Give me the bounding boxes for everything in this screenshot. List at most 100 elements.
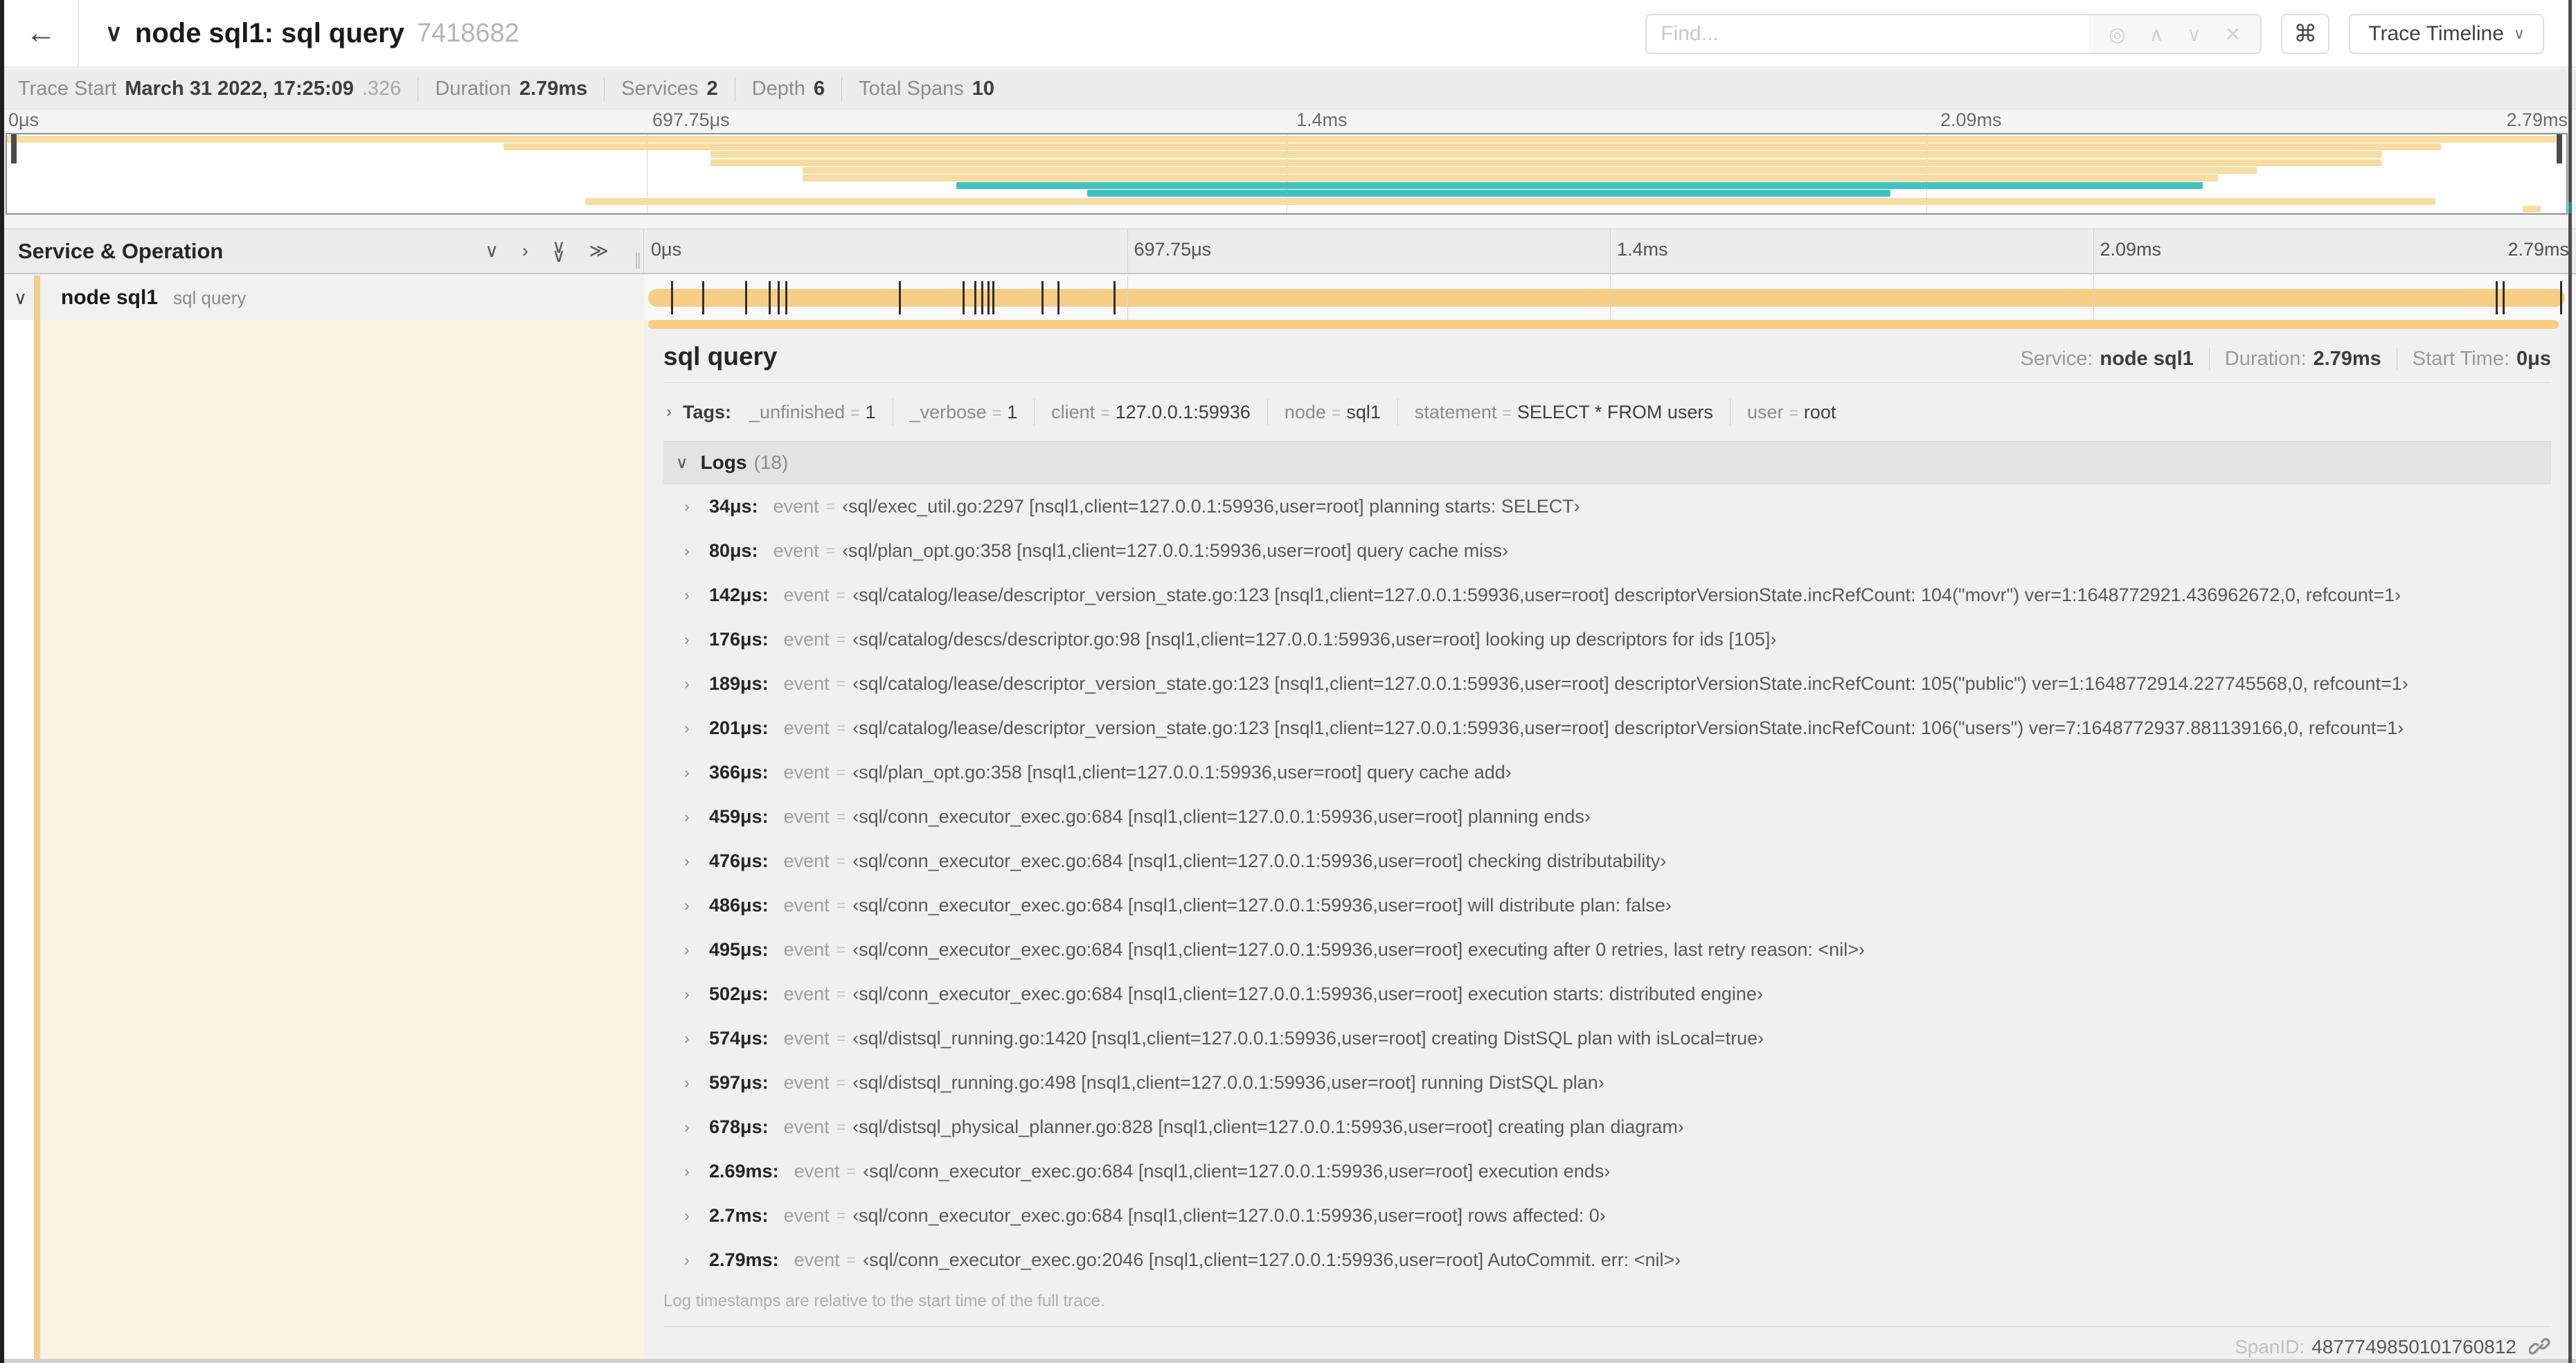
log-expander-icon[interactable]: › [684, 675, 709, 693]
log-entry-row[interactable]: › 189μs: event = ‹sql/catalog/lease/descript… [663, 661, 2551, 706]
log-entry-row[interactable]: › 476μs: event = ‹sql/conn_executor_exec.go:… [663, 839, 2551, 883]
keyboard-shortcuts-button[interactable]: ⌘ [2281, 14, 2330, 54]
ruler-tick-label: 697.75μs [652, 109, 730, 130]
focus-match-icon[interactable]: ◎ [2109, 23, 2125, 46]
meta-label: Depth [751, 78, 806, 100]
log-expander-icon[interactable]: › [684, 852, 709, 871]
log-expander-icon[interactable]: › [684, 1074, 709, 1092]
log-entry-row[interactable]: › 486μs: event = ‹sql/conn_executor_exec.go:… [663, 883, 2551, 927]
log-entry-row[interactable]: › 366μs: event = ‹sql/plan_opt.go:358 [nsql1… [663, 750, 2551, 794]
log-expander-icon[interactable]: › [684, 630, 709, 649]
back-button[interactable]: ← [4, 0, 79, 66]
log-expander-icon[interactable]: › [684, 542, 709, 560]
minimap-right-scrubber[interactable] [2557, 134, 2562, 163]
log-marker-tick[interactable] [992, 281, 995, 314]
log-expander-icon[interactable]: › [684, 1251, 709, 1270]
log-marker-tick[interactable] [1113, 281, 1116, 314]
log-entry-row[interactable]: › 597μs: event = ‹sql/distsql_running.go:498… [663, 1060, 2551, 1105]
log-entry-row[interactable]: › 201μs: event = ‹sql/catalog/lease/descript… [663, 706, 2551, 750]
detail-span-color-strip [34, 320, 40, 1359]
log-entry-row[interactable]: › 2.79ms: event = ‹sql/conn_executor_exec.go… [663, 1238, 2551, 1282]
detail-span-bar [648, 320, 2559, 329]
expand-one-icon[interactable]: › [522, 240, 528, 262]
log-field-value: ‹sql/catalog/descs/descriptor.go:98 [nsq… [852, 628, 1777, 650]
log-marker-tick[interactable] [899, 281, 902, 314]
log-expander-icon[interactable]: › [684, 497, 709, 516]
log-field-value: ‹sql/conn_executor_exec.go:684 [nsql1,cl… [852, 938, 1865, 960]
trace-meta-bar: Trace Start March 31 2022, 17:25:09 .326 Du… [0, 69, 2576, 109]
span-row[interactable]: ∨ node sql1 sql query [0, 276, 2576, 320]
log-expander-icon[interactable]: › [684, 808, 709, 826]
tag-value: 127.0.0.1:59936 [1115, 401, 1251, 422]
log-expander-icon[interactable]: › [684, 1206, 709, 1225]
collapse-all-icon[interactable]: ∨ ∨ [552, 238, 566, 265]
log-expander-icon[interactable]: › [684, 1029, 709, 1048]
trace-view-selector[interactable]: Trace Timeline ∨ [2349, 14, 2544, 54]
log-marker-tick[interactable] [670, 281, 673, 314]
logs-accordion-header[interactable]: ∨ Logs (18) [663, 441, 2551, 484]
column-resize-grip[interactable]: ∥ [634, 250, 642, 270]
minimap-span-bar [710, 151, 2382, 159]
log-marker-tick[interactable] [963, 281, 965, 314]
log-entry-row[interactable]: › 459μs: event = ‹sql/conn_executor_exec.go:… [663, 794, 2551, 839]
log-field-key: event [794, 1160, 840, 1182]
log-entry-row[interactable]: › 2.69ms: event = ‹sql/conn_executor_exec.go… [663, 1149, 2551, 1193]
log-entry-row[interactable]: › 574μs: event = ‹sql/distsql_running.go:142… [663, 1016, 2551, 1060]
log-expander-icon[interactable]: › [684, 586, 709, 605]
collapse-one-icon[interactable]: ∨ [485, 240, 499, 262]
log-entry-row[interactable]: › 502μs: event = ‹sql/conn_executor_exec.go:… [663, 972, 2551, 1016]
log-marker-tick[interactable] [1041, 281, 1044, 314]
tag-key: node [1284, 401, 1326, 422]
log-entry-row[interactable]: › 495μs: event = ‹sql/conn_executor_exec.go:… [663, 927, 2551, 972]
log-expander-icon[interactable]: › [684, 1162, 709, 1181]
log-expander-icon[interactable]: › [684, 985, 709, 1004]
log-marker-tick[interactable] [702, 281, 705, 314]
timeline-minimap[interactable] [6, 133, 2568, 215]
span-expander-icon[interactable]: ∨ [14, 287, 35, 309]
log-marker-tick[interactable] [768, 281, 771, 314]
equals-sign: = [836, 1028, 846, 1047]
find-input[interactable] [1647, 15, 2090, 53]
logs-expander-icon: ∨ [676, 453, 688, 472]
log-expander-icon[interactable]: › [684, 763, 709, 782]
log-entry-row[interactable]: › 678μs: event = ‹sql/distsql_physical_plann… [663, 1105, 2551, 1149]
window-edge-teal-mark [2568, 202, 2572, 213]
tag-key: user [1746, 401, 1784, 422]
prev-match-icon[interactable]: ∧ [2149, 23, 2164, 46]
tags-expander-icon[interactable]: › [666, 402, 672, 422]
log-field-key: event [794, 1249, 840, 1270]
log-marker-tick[interactable] [2502, 281, 2505, 314]
minimap-left-scrubber[interactable] [11, 134, 17, 163]
span-duration-bar[interactable] [648, 289, 2565, 307]
log-marker-tick[interactable] [777, 281, 780, 314]
log-marker-tick[interactable] [2560, 281, 2563, 314]
trace-meta-item: Total Spans 10 [859, 78, 994, 100]
equals-sign: = [836, 984, 846, 1003]
log-timestamp: 502μs: [709, 983, 769, 1004]
expand-all-icon[interactable]: ≫ [589, 240, 609, 262]
log-entry-row[interactable]: › 34μs: event = ‹sql/exec_util.go:2297 [nsql… [663, 484, 2551, 528]
log-expander-icon[interactable]: › [684, 941, 709, 959]
log-entry-row[interactable]: › 80μs: event = ‹sql/plan_opt.go:358 [nsql1,… [663, 528, 2551, 573]
tags-row[interactable]: › Tags: _unfinished = 1 _verbose = 1 client = 12… [663, 394, 2551, 430]
next-match-icon[interactable]: ∨ [2187, 23, 2201, 46]
log-marker-tick[interactable] [2495, 281, 2498, 314]
minimap-ruler: 0μs 697.75μs 1.4ms 2.09ms 2.79ms [0, 109, 2576, 133]
log-entry-row[interactable]: › 2.7ms: event = ‹sql/conn_executor_exec.go:… [663, 1193, 2551, 1238]
clear-find-icon[interactable]: ✕ [2225, 23, 2241, 46]
log-marker-tick[interactable] [1057, 281, 1060, 314]
collapse-trace-icon[interactable]: ∨ [105, 19, 123, 47]
deep-link-icon[interactable] [2529, 1336, 2551, 1358]
log-expander-icon[interactable]: › [684, 896, 709, 915]
log-marker-tick[interactable] [981, 281, 984, 314]
log-marker-tick[interactable] [987, 281, 990, 314]
meta-label: Trace Start [18, 78, 117, 100]
log-expander-icon[interactable]: › [684, 719, 709, 738]
log-marker-tick[interactable] [974, 281, 977, 314]
span-row-timeline[interactable] [644, 276, 2576, 320]
log-entry-row[interactable]: › 142μs: event = ‹sql/catalog/lease/descript… [663, 573, 2551, 617]
log-marker-tick[interactable] [744, 281, 747, 314]
log-marker-tick[interactable] [785, 281, 788, 314]
log-expander-icon[interactable]: › [684, 1118, 709, 1137]
log-entry-row[interactable]: › 176μs: event = ‹sql/catalog/descs/descript… [663, 617, 2551, 661]
